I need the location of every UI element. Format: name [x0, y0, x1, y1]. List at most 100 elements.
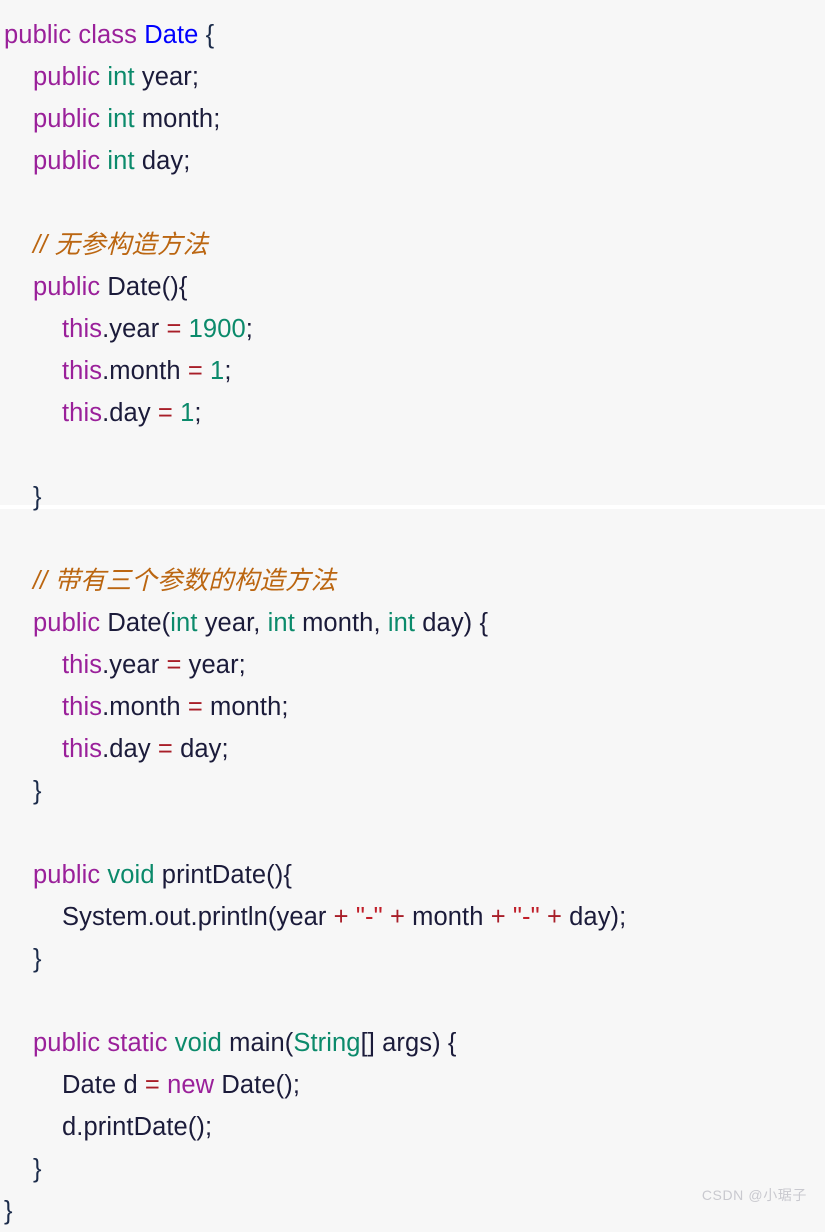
assign-operator: =	[187, 357, 203, 385]
string-literal-dash: "-"	[348, 903, 390, 931]
value-day: day;	[172, 735, 229, 763]
code-line-26: Date d = new Date();	[0, 1064, 825, 1106]
keyword-this: this	[62, 315, 103, 343]
param-year: year,	[197, 609, 268, 637]
assign-operator: =	[187, 693, 203, 721]
constructor-signature: Date(){	[107, 273, 188, 301]
assign-operator: =	[144, 1071, 160, 1099]
semicolon: ;	[194, 399, 202, 427]
code-line-23: }	[0, 938, 825, 980]
assign-operator: =	[166, 315, 182, 343]
keyword-public: public	[33, 63, 101, 91]
keyword-public: public	[33, 1029, 101, 1057]
assign-operator: =	[157, 735, 173, 763]
println-call-head: System.out.println(year	[62, 903, 334, 931]
class-name-date: Date	[144, 21, 199, 49]
number-literal-1900: 1900	[181, 315, 246, 343]
code-line-20-blank	[0, 812, 825, 854]
type-void: void	[174, 1029, 222, 1057]
code-line-12: }	[0, 476, 825, 518]
field-access-month: .month	[102, 357, 188, 385]
code-line-13-blank	[0, 518, 825, 560]
code-line-25: public static void main(String[] args) {	[0, 1022, 825, 1064]
type-int: int	[107, 147, 135, 175]
code-line-10: this.day = 1;	[0, 392, 825, 434]
code-line-1: public class Date {	[0, 14, 825, 56]
type-int: int	[107, 105, 135, 133]
close-brace: }	[33, 945, 42, 973]
keyword-public: public	[33, 273, 101, 301]
code-line-8: this.year = 1900;	[0, 308, 825, 350]
code-line-18: this.day = day;	[0, 728, 825, 770]
code-snippet-block: public class Date { public int year; pub…	[0, 0, 825, 1225]
concat-operator: +	[546, 903, 562, 931]
type-int: int	[387, 609, 416, 637]
keyword-this: this	[62, 651, 103, 679]
value-month: month;	[202, 693, 289, 721]
code-line-4: public int day;	[0, 140, 825, 182]
field-access-year: .year	[102, 651, 167, 679]
constructor-invocation: Date();	[214, 1071, 301, 1099]
field-access-year: .year	[102, 315, 167, 343]
field-access-day: .day	[102, 735, 158, 763]
field-name-year: year;	[141, 63, 200, 91]
keyword-this: this	[62, 399, 103, 427]
code-line-19: }	[0, 770, 825, 812]
field-access-day: .day	[102, 399, 158, 427]
code-line-17: this.month = month;	[0, 686, 825, 728]
field-name-day: day;	[141, 147, 191, 175]
code-line-11-blank	[0, 434, 825, 476]
println-call-tail: day);	[561, 903, 627, 931]
method-signature-printdate: printDate(){	[161, 861, 292, 889]
keyword-public: public	[33, 609, 101, 637]
close-brace-class: }	[4, 1197, 13, 1225]
assign-operator: =	[166, 651, 182, 679]
type-void: void	[107, 861, 155, 889]
close-brace: }	[33, 483, 42, 511]
concat-operator: +	[490, 903, 506, 931]
param-day: day) {	[415, 609, 489, 637]
code-line-7: public Date(){	[0, 266, 825, 308]
keyword-static: static	[107, 1029, 168, 1057]
concat-operator: +	[389, 903, 405, 931]
code-line-15: public Date(int year, int month, int day…	[0, 602, 825, 644]
variable-month: month	[404, 903, 491, 931]
close-brace: }	[33, 777, 42, 805]
code-line-16: this.year = year;	[0, 644, 825, 686]
keyword-public-class: public class	[4, 21, 138, 49]
param-month: month,	[294, 609, 388, 637]
concat-operator: +	[333, 903, 349, 931]
code-line-21: public void printDate(){	[0, 854, 825, 896]
code-line-24-blank	[0, 980, 825, 1022]
variable-declaration-d: Date d	[62, 1071, 145, 1099]
type-string: String	[293, 1029, 361, 1057]
code-line-28: }	[0, 1148, 825, 1190]
close-brace: }	[33, 1155, 42, 1183]
code-line-6: // 无参构造方法	[0, 224, 825, 266]
field-access-month: .month	[102, 693, 188, 721]
keyword-this: this	[62, 693, 103, 721]
code-line-2: public int year;	[0, 56, 825, 98]
keyword-this: this	[62, 357, 103, 385]
number-literal-1: 1	[202, 357, 225, 385]
code-line-3: public int month;	[0, 98, 825, 140]
string-literal-dash: "-"	[505, 903, 547, 931]
code-line-5-blank	[0, 182, 825, 224]
keyword-new: new	[159, 1071, 215, 1099]
value-year: year;	[181, 651, 246, 679]
number-literal-1: 1	[172, 399, 195, 427]
type-int: int	[170, 609, 198, 637]
assign-operator: =	[157, 399, 173, 427]
keyword-this: this	[62, 735, 103, 763]
method-call-printdate: d.printDate();	[62, 1113, 213, 1141]
keyword-public: public	[33, 105, 101, 133]
field-name-month: month;	[141, 105, 221, 133]
code-line-14: // 带有三个参数的构造方法	[0, 560, 825, 602]
comment-no-arg-constructor: // 无参构造方法	[33, 231, 209, 259]
code-line-22: System.out.println(year + "-" + month + …	[0, 896, 825, 938]
constructor-name: Date(	[107, 609, 171, 637]
